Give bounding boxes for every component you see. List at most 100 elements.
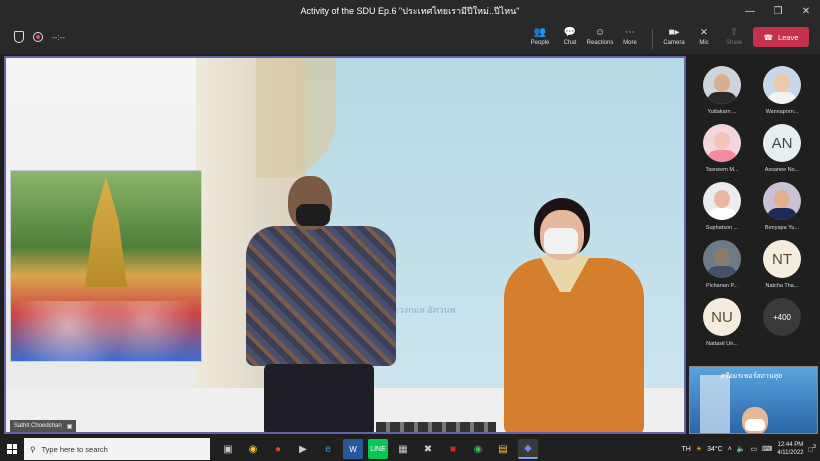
notification-icon[interactable]: □3 [809,444,816,453]
participant-name: Suphatson ... [705,225,739,231]
clock-date: 4/11/2022 [777,450,804,456]
taskbar-search[interactable]: ⚲ Type here to search [24,438,210,460]
taskbar-apps: ▣ ◉ ● ▶ e W LINE ▦ ✖ ■ ◉ ▤ ◆ [218,437,538,461]
windows-icon [7,444,17,454]
window-controls: — ❐ ✕ [736,0,820,22]
avatar [703,240,741,278]
edge-icon[interactable]: e [318,439,338,459]
water-splash [11,301,203,363]
participant-name: Assanee No... [764,167,800,173]
participant-tile[interactable]: Tasneem M... [694,124,750,173]
avatar [703,66,741,104]
chat-icon: 💬 [563,27,577,38]
minimize-icon[interactable]: — [736,0,764,22]
building-shape [700,375,730,433]
powerpoint-icon[interactable]: ● [268,439,288,459]
self-view-banner: ศรีอมรเซอร์สถานทุ่ย [720,373,782,380]
participant-tile[interactable]: Pichanan P... [694,240,750,289]
participant-name: Benyapa Yu... [764,225,800,231]
chat-button[interactable]: 💬 Chat [554,25,586,51]
reactions-button[interactable]: ☺ Reactions [584,25,616,51]
reactions-icon: ☺ [594,27,606,38]
share-button[interactable]: ⇧ Share [718,25,750,51]
leave-button[interactable]: ☎ Leave [753,27,809,47]
mic-button[interactable]: ⨯ Mic [688,25,720,51]
participant-tile[interactable]: Wannaporn... [754,66,810,115]
avatar: AN [763,124,801,162]
chrome-alt-icon[interactable]: ◉ [468,439,488,459]
people-icon: 👥 [533,27,547,38]
participant-name: Natcha Tha... [765,283,799,289]
hangup-icon: ☎ [763,32,773,42]
share-icon: ⇧ [729,27,739,38]
file-explorer-icon[interactable]: ▤ [493,439,513,459]
participant-name: Wannaporn... [765,109,799,115]
presenter-man [246,176,396,432]
shield-icon [14,31,24,43]
clock-time: 12:44 PM [777,442,804,448]
avatar: NU [703,298,741,336]
more-button[interactable]: ⋯ More [614,25,646,51]
search-placeholder: Type here to search [41,444,108,454]
windows-taskbar: ⚲ Type here to search ▣ ◉ ● ▶ e W LINE ▦… [0,437,820,461]
people-label: People [530,40,550,46]
line-icon[interactable]: LINE [368,439,388,459]
meeting-status: --:-- [14,31,65,43]
meeting-toolbar: --:-- 👥 People 💬 Chat ☺ Reactions ⋯ More… [0,22,820,54]
people-button[interactable]: 👥 People [524,25,556,51]
weather-temp[interactable]: 34°C [707,446,723,453]
more-participants-button[interactable]: +400 [754,298,810,336]
maximize-icon[interactable]: ❐ [764,0,792,22]
participant-tile[interactable]: AN Assanee No... [754,124,810,173]
camera-icon: ■▸ [668,27,680,38]
participant-tile[interactable]: NU Nattasit Un... [694,298,750,347]
camera-label: Camera [663,40,685,46]
clock[interactable]: 12:44 PM 4/11/2022 [777,441,803,457]
share-label: Share [725,40,742,46]
camera-button[interactable]: ■▸ Camera [658,25,690,51]
network-icon[interactable]: ▭ [751,445,758,453]
avatar [703,124,741,162]
chrome-icon[interactable]: ◉ [243,439,263,459]
chevron-up-icon[interactable]: ˄ [728,446,732,453]
weather-icon[interactable]: ☀ [696,445,702,453]
leave-label: Leave [777,32,799,42]
pin-icon[interactable]: ▣ [67,423,73,430]
xbox-icon[interactable]: ✖ [418,439,438,459]
more-participants-count: +400 [763,298,801,336]
meeting-timer: --:-- [52,32,65,42]
participant-name: Pichanan P... [705,283,738,289]
start-button[interactable] [0,437,24,461]
media-player-icon[interactable]: ▶ [293,439,313,459]
festival-photo [10,170,203,363]
reactions-label: Reactions [586,40,614,46]
main-video-stage[interactable]: ผศ.ดร.ดวงกมล อัศวนพ Sathit Choedchan ▣ [4,56,686,434]
language-indicator[interactable]: TH [681,446,690,453]
participant-tile[interactable]: Benyapa Yu... [754,182,810,231]
mic-label: Mic [699,40,709,46]
chat-label: Chat [563,40,577,46]
floor-cushions [376,422,496,432]
word-icon[interactable]: W [343,439,363,459]
search-icon: ⚲ [30,444,36,454]
participant-tile[interactable]: Suphatson ... [694,182,750,231]
close-icon[interactable]: ✕ [792,0,820,22]
toolbar-divider [652,29,653,49]
participant-tile[interactable]: NT Natcha Tha... [754,240,810,289]
speaker-name-tag: Sathit Choedchan ▣ [10,420,77,432]
task-view-icon[interactable]: ▣ [218,439,238,459]
calculator-icon[interactable]: ▦ [393,439,413,459]
mic-off-icon: ⨯ [699,27,709,38]
speaker-name: Sathit Choedchan [14,423,62,429]
recording-icon [33,32,43,42]
more-icon: ⋯ [625,27,635,38]
notification-count: 3 [812,444,816,451]
game-icon[interactable]: ■ [443,439,463,459]
self-view-video[interactable]: ศรีอมรเซอร์สถานทุ่ย [689,366,818,434]
teams-icon[interactable]: ◆ [518,439,538,459]
presenter-woman [504,198,644,432]
speaker-icon[interactable]: 🔈 [737,445,746,453]
participant-tile[interactable]: Yuttakarn ... [694,66,750,115]
keyboard-icon[interactable]: ⌨ [762,445,772,453]
system-tray: TH ☀ 34°C ˄ 🔈 ▭ ⌨ 12:44 PM 4/11/2022 □3 [681,437,820,461]
